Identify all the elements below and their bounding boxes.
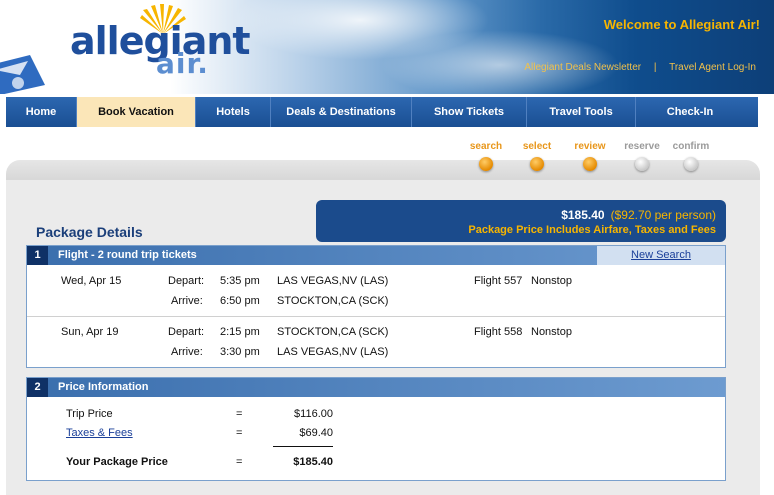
nav-check-in[interactable]: Check-In [636, 97, 744, 127]
taxes-fees-link[interactable]: Taxes & Fees [66, 427, 133, 439]
package-price: $185.40 [561, 208, 605, 222]
trip-price-label: Trip Price [66, 408, 113, 420]
section-title: Flight - 2 round trip tickets [58, 249, 197, 261]
leg-date: Sun, Apr 19 [61, 326, 119, 338]
equals-sign: = [236, 456, 243, 468]
new-search-link[interactable]: New Search [631, 249, 691, 261]
step-review: review [565, 141, 615, 171]
nav-book-vacation[interactable]: Book Vacation [77, 97, 196, 127]
step-confirm: confirm [666, 141, 716, 171]
section-title: Price Information [58, 381, 149, 393]
price-includes-note: Package Price Includes Airfare, Taxes an… [468, 224, 716, 236]
step-complete-icon [530, 157, 544, 171]
step-complete-icon [479, 157, 493, 171]
total-divider [273, 446, 333, 447]
main-nav: Home Book Vacation Hotels Deals & Destin… [6, 97, 758, 127]
step-pending-icon [635, 157, 649, 171]
divider [27, 316, 725, 317]
equals-sign: = [236, 408, 243, 420]
deals-newsletter-link[interactable]: Allegiant Deals Newsletter [524, 62, 641, 73]
new-search-cell: New Search [597, 246, 725, 265]
step-reserve: reserve [617, 141, 667, 171]
page-title: Package Details [36, 224, 143, 240]
flight-number: Flight 557 [474, 275, 523, 287]
arrive-city: LAS VEGAS,NV (LAS) [277, 346, 389, 358]
flight-number: Flight 558 [474, 326, 523, 338]
trip-price-amount: $116.00 [294, 408, 333, 420]
flight-stops: Nonstop [531, 275, 572, 287]
welcome-message: Welcome to Allegiant Air! [603, 17, 760, 32]
step-label: confirm [672, 141, 710, 152]
link-separator: | [653, 62, 657, 73]
price-summary: $185.40 ($92.70 per person) [561, 208, 716, 222]
nav-home[interactable]: Home [6, 97, 77, 127]
arrive-label: Arrive: [171, 295, 203, 307]
arrive-time: 6:50 pm [220, 295, 260, 307]
depart-label: Depart: [168, 326, 205, 338]
step-label: reserve [624, 141, 660, 152]
package-price-label: Your Package Price [66, 456, 168, 468]
price-section: 2 Price Information Trip Price = $116.00… [26, 377, 726, 481]
section-number: 2 [27, 378, 48, 397]
airplane-tail-graphic [0, 55, 45, 94]
section-header: 2 Price Information [27, 378, 725, 397]
equals-sign: = [236, 427, 243, 439]
depart-label: Depart: [168, 275, 205, 287]
flight-stops: Nonstop [531, 326, 572, 338]
per-person-price: ($92.70 per person) [610, 208, 716, 222]
section-number: 1 [27, 246, 48, 265]
step-complete-icon [583, 157, 597, 171]
step-search: search [461, 141, 511, 171]
nav-travel-tools[interactable]: Travel Tools [527, 97, 636, 127]
step-label: search [469, 141, 503, 152]
section-header: 1 Flight - 2 round trip tickets New Sear… [27, 246, 725, 265]
arrive-time: 3:30 pm [220, 346, 260, 358]
flight-section: 1 Flight - 2 round trip tickets New Sear… [26, 245, 726, 368]
nav-deals-destinations[interactable]: Deals & Destinations [271, 97, 412, 127]
depart-city: STOCKTON,CA (SCK) [277, 326, 389, 338]
step-label: select [522, 141, 552, 152]
site-header: allegiant air. Welcome to Allegiant Air!… [0, 0, 774, 94]
logo-wordmark-air[interactable]: air. [156, 50, 209, 78]
travel-agent-login-link[interactable]: Travel Agent Log-In [669, 62, 756, 73]
depart-time: 5:35 pm [220, 275, 260, 287]
arrive-label: Arrive: [171, 346, 203, 358]
step-pending-icon [684, 157, 698, 171]
package-price-box: $185.40 ($92.70 per person) Package Price… [316, 200, 726, 242]
depart-time: 2:15 pm [220, 326, 260, 338]
nav-hotels[interactable]: Hotels [196, 97, 271, 127]
step-label: review [574, 141, 606, 152]
nav-show-tickets[interactable]: Show Tickets [412, 97, 527, 127]
taxes-fees-amount: $69.40 [299, 427, 333, 439]
depart-city: LAS VEGAS,NV (LAS) [277, 275, 389, 287]
arrive-city: STOCKTON,CA (SCK) [277, 295, 389, 307]
step-select: select [512, 141, 562, 171]
header-links: Allegiant Deals Newsletter | Travel Agen… [524, 62, 756, 73]
leg-date: Wed, Apr 15 [61, 275, 122, 287]
package-price-total: $185.40 [293, 456, 333, 468]
